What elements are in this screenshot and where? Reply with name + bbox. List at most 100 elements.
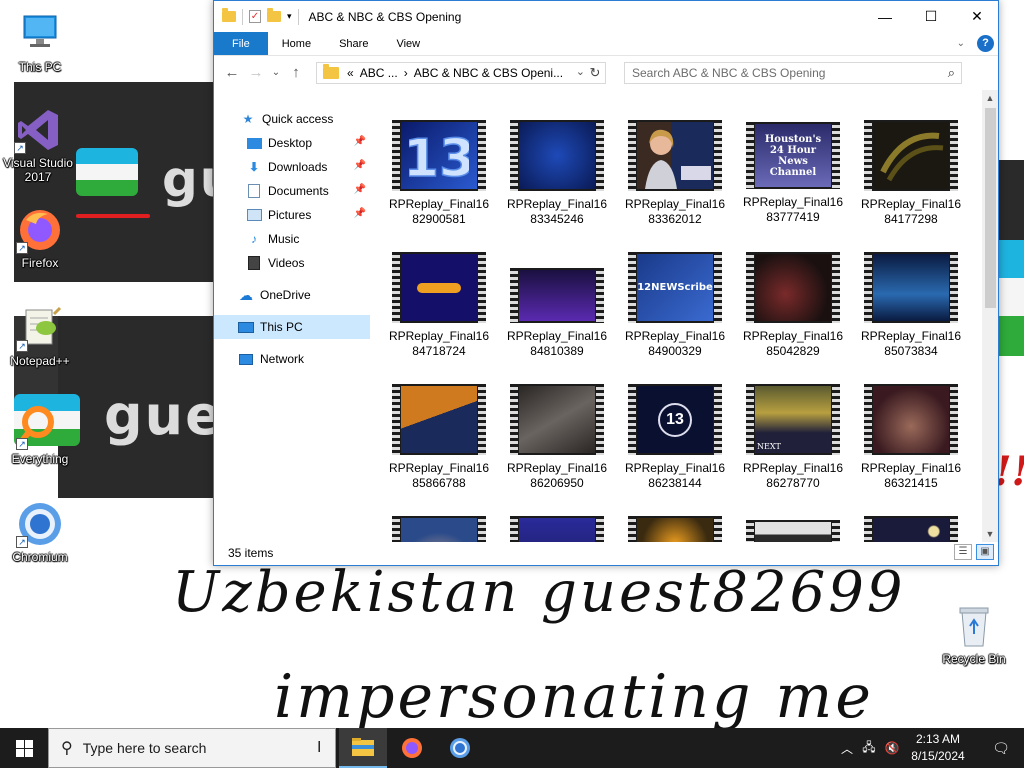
- file-tile[interactable]: RPReplay_Final16 85073834: [856, 252, 966, 359]
- file-tile[interactable]: RPReplay_Final16 85866788: [384, 384, 494, 491]
- nav-item-onedrive[interactable]: ☁ OneDrive: [214, 283, 370, 307]
- status-bar: 35 items ☰ ▣: [214, 541, 998, 565]
- nav-item-label: Quick access: [262, 112, 334, 126]
- video-thumbnail: 13: [392, 120, 486, 191]
- pictures-icon: [246, 208, 262, 222]
- properties-icon[interactable]: ✓: [249, 10, 261, 23]
- nav-item-downloads[interactable]: ⬇ Downloads 📌: [214, 155, 370, 179]
- taskbar-app-file-explorer[interactable]: [339, 728, 387, 768]
- vertical-scrollbar[interactable]: ▲ ▼: [982, 90, 998, 542]
- close-button[interactable]: ✕: [954, 1, 1000, 32]
- show-hidden-icons-chevron-icon[interactable]: ︿: [836, 740, 858, 757]
- thumbnail-frame: [637, 518, 713, 542]
- tab-file[interactable]: File: [214, 32, 268, 55]
- refresh-icon[interactable]: ↻: [587, 65, 603, 81]
- pin-icon[interactable]: 📌: [354, 136, 366, 147]
- file-tile[interactable]: RPReplay_Final16 83345246: [502, 120, 612, 227]
- large-icons-view-icon[interactable]: ▣: [976, 544, 994, 560]
- forward-arrow-icon[interactable]: →: [244, 64, 268, 81]
- thumbnail-frame: [519, 518, 595, 542]
- film-sprocket: [714, 252, 722, 323]
- file-tile[interactable]: [384, 516, 494, 542]
- file-tile[interactable]: RPReplay_Final16 85042829: [738, 252, 848, 359]
- nav-item-videos[interactable]: Videos: [214, 251, 370, 275]
- nav-item-label: Network: [260, 352, 305, 366]
- taskbar-app-firefox[interactable]: [388, 728, 436, 768]
- nav-item-pictures[interactable]: Pictures 📌: [214, 203, 370, 227]
- tab-share[interactable]: Share: [325, 32, 382, 55]
- wallpaper-handwriting-line-2: impersonating me: [274, 662, 874, 732]
- start-button[interactable]: [0, 728, 48, 768]
- customize-toolbar-chevron-icon[interactable]: ▾: [287, 11, 292, 22]
- file-tile[interactable]: RPReplay_Final16 84718724: [384, 252, 494, 359]
- nav-item-desktop[interactable]: Desktop 📌: [214, 131, 370, 155]
- volume-muted-icon[interactable]: 🔇: [880, 741, 904, 755]
- address-bar[interactable]: « ABC ... › ABC & NBC & CBS Openi... ⌄ ↻: [316, 61, 606, 84]
- recent-locations-chevron-icon[interactable]: ⌄: [268, 67, 284, 78]
- nav-item-network[interactable]: Network: [214, 347, 370, 371]
- taskbar-clock[interactable]: 2:13 AM 8/15/2024: [906, 731, 970, 765]
- file-name-line-2: 83362012: [648, 212, 702, 226]
- desktop-icon-everything[interactable]: ↗ Everything: [2, 402, 78, 466]
- file-tile[interactable]: [620, 516, 730, 542]
- new-folder-icon[interactable]: [267, 8, 281, 22]
- file-tile[interactable]: Houston's 24 Hour News Channel RPReplay_…: [738, 122, 848, 225]
- address-dropdown-icon[interactable]: ⌄: [576, 65, 585, 78]
- breadcrumb-prefix[interactable]: «: [347, 66, 354, 80]
- desktop-icon-chromium[interactable]: ↗ Chromium: [2, 500, 78, 564]
- file-tile[interactable]: [738, 520, 848, 542]
- desktop-icon-this-pc[interactable]: This PC: [2, 10, 78, 74]
- thumbnail-frame: [519, 270, 595, 321]
- title-bar: ✓ ▾ ABC & NBC & CBS Opening — ☐ ✕: [214, 1, 998, 32]
- minimize-button[interactable]: —: [862, 1, 908, 32]
- up-arrow-icon[interactable]: ↑: [284, 64, 308, 81]
- maximize-button[interactable]: ☐: [908, 1, 954, 32]
- pin-icon[interactable]: 📌: [354, 208, 366, 219]
- file-tile[interactable]: RPReplay_Final16 86206950: [502, 384, 612, 491]
- help-icon[interactable]: ?: [977, 35, 994, 52]
- scroll-down-arrow-icon[interactable]: ▼: [982, 526, 998, 542]
- file-name-line-1: RPReplay_Final16: [506, 329, 608, 343]
- file-tile[interactable]: [502, 516, 612, 542]
- file-tile[interactable]: [856, 516, 966, 542]
- nav-item-music[interactable]: ♪ Music: [214, 227, 370, 251]
- computer-icon: [238, 320, 254, 334]
- file-tile[interactable]: 13 RPReplay_Final16 82900581: [384, 120, 494, 227]
- file-tile[interactable]: NEXT RPReplay_Final16 86278770: [738, 384, 848, 491]
- film-sprocket: [832, 122, 840, 189]
- desktop-icon-notepad-plus-plus[interactable]: ↗ Notepad++: [2, 304, 78, 368]
- thumbnail-caption: 13: [658, 402, 692, 437]
- pin-icon[interactable]: 📌: [354, 184, 366, 195]
- details-view-icon[interactable]: ☰: [954, 544, 972, 560]
- file-tile[interactable]: RPReplay_Final16 84177298: [856, 120, 966, 227]
- action-center-icon[interactable]: 🗨: [978, 728, 1024, 768]
- search-input[interactable]: Search ABC & NBC & CBS Opening ⌕: [624, 61, 962, 84]
- file-tile[interactable]: 12NEWScribe RPReplay_Final16 84900329: [620, 252, 730, 359]
- pin-icon[interactable]: 📌: [354, 160, 366, 171]
- tab-home[interactable]: Home: [268, 32, 325, 55]
- nav-item-this-pc[interactable]: This PC: [214, 315, 370, 339]
- desktop-icon-visual-studio[interactable]: ↗ Visual Studio 2017: [0, 106, 76, 184]
- tab-view[interactable]: View: [382, 32, 434, 55]
- file-name-line-2: 84900329: [648, 344, 702, 358]
- network-status-icon[interactable]: 🖧: [858, 738, 880, 759]
- expand-ribbon-chevron-icon[interactable]: ⌄: [957, 38, 965, 49]
- file-tile[interactable]: RPReplay_Final16 86321415: [856, 384, 966, 491]
- scroll-up-arrow-icon[interactable]: ▲: [982, 90, 998, 106]
- desktop-icon-firefox[interactable]: ↗ Firefox: [2, 206, 78, 270]
- file-tile[interactable]: RPReplay_Final16 83362012: [620, 120, 730, 227]
- breadcrumb-item-parent[interactable]: ABC ...: [360, 66, 398, 80]
- breadcrumb-separator[interactable]: ›: [404, 66, 408, 80]
- back-arrow-icon[interactable]: ←: [220, 64, 244, 81]
- scrollbar-thumb[interactable]: [985, 108, 996, 308]
- file-tile[interactable]: RPReplay_Final16 84810389: [502, 268, 612, 359]
- taskbar-app-chromium[interactable]: [436, 728, 484, 768]
- nav-item-quick-access[interactable]: ★ Quick access: [214, 107, 370, 131]
- nav-item-documents[interactable]: Documents 📌: [214, 179, 370, 203]
- desktop-icon-recycle-bin[interactable]: Recycle Bin: [936, 602, 1012, 666]
- video-thumbnail: [510, 384, 604, 455]
- taskbar-search-input[interactable]: ⚲ Type here to search I: [48, 728, 336, 768]
- breadcrumb-item-current[interactable]: ABC & NBC & CBS Openi...: [414, 66, 563, 80]
- text-cursor-icon: I: [317, 739, 322, 756]
- file-tile[interactable]: 13 RPReplay_Final16 86238144: [620, 384, 730, 491]
